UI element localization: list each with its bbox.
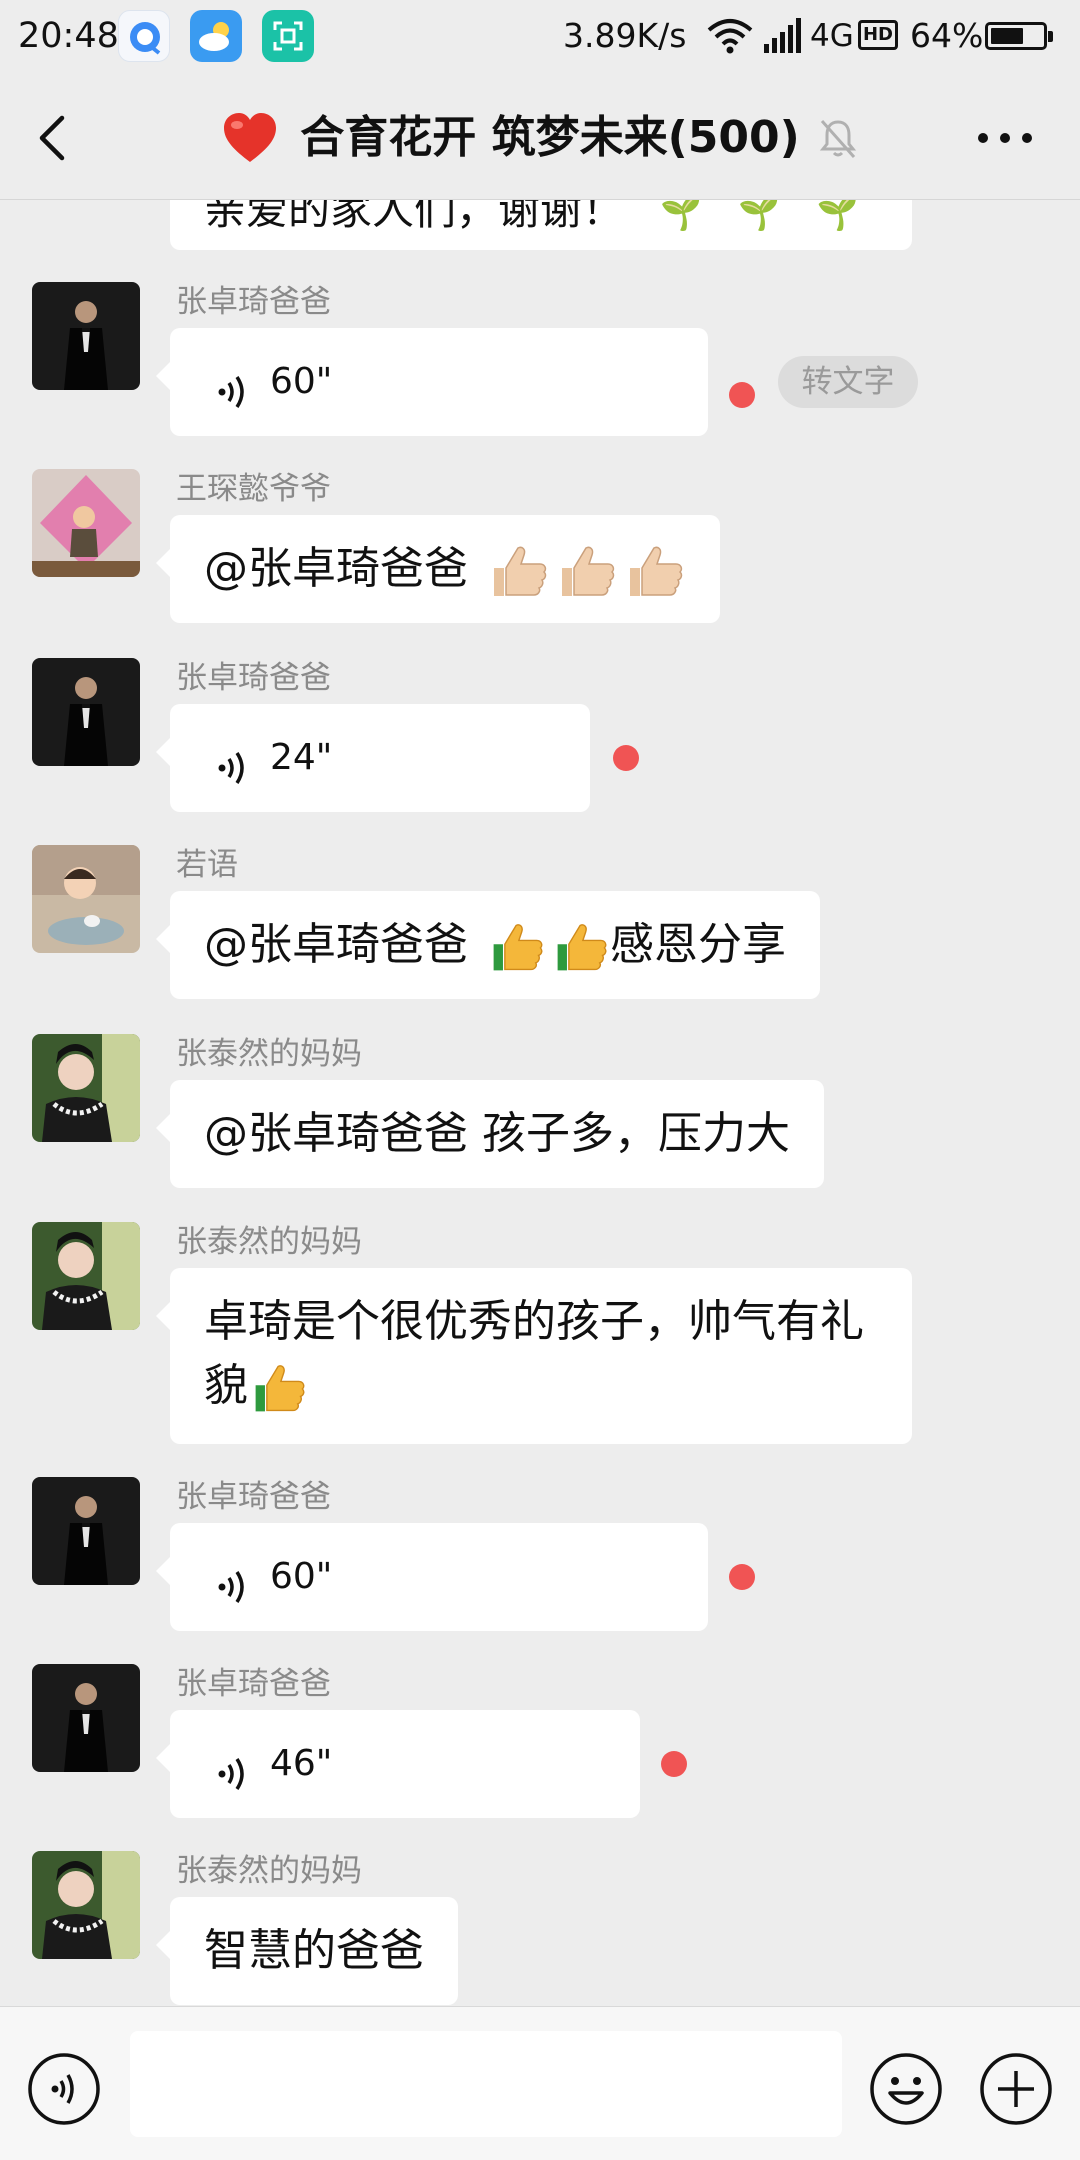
message-bubble[interactable]: @张卓琦爸爸	[156, 515, 720, 623]
network-type: 4G	[810, 18, 854, 54]
message-text: @张卓琦爸爸	[204, 919, 482, 970]
wifi-icon	[707, 18, 753, 58]
voice-wave-icon	[216, 1746, 252, 1810]
voice-duration: 24"	[270, 737, 333, 778]
plus-icon	[980, 2053, 1052, 2125]
weather-app-icon	[190, 10, 242, 62]
avatar[interactable]	[32, 282, 140, 390]
sender-name: 张卓琦爸爸	[176, 660, 331, 696]
thumbs-up-emoji-icon	[624, 540, 686, 602]
battery-percent: 64%	[910, 16, 984, 55]
sender-name: 王琛懿爷爷	[176, 471, 331, 507]
browser-app-icon	[118, 10, 170, 62]
battery-icon	[985, 22, 1053, 50]
message-text: @张卓琦爸爸	[204, 543, 482, 594]
message-text: 智慧的爸爸	[204, 1925, 424, 1976]
message-input[interactable]	[130, 2031, 842, 2137]
message-text: 亲爱的家人们，谢谢！	[204, 200, 625, 234]
sender-name: 张卓琦爸爸	[176, 284, 331, 320]
signal-icon	[762, 16, 806, 58]
avatar[interactable]	[32, 658, 140, 766]
voice-message-bubble[interactable]: 60"	[156, 1523, 708, 1631]
voice-message-bubble[interactable]: 60"	[156, 328, 708, 436]
more-options-button[interactable]	[975, 126, 1035, 150]
avatar[interactable]	[32, 1222, 140, 1330]
avatar[interactable]	[32, 1034, 140, 1142]
sender-name: 张泰然的妈妈	[176, 1036, 362, 1072]
avatar[interactable]	[32, 469, 140, 577]
status-bar: 20:48 3.89K/s 4G HD 64%	[0, 0, 1080, 76]
voice-input-button[interactable]	[26, 2051, 102, 2131]
input-bar	[0, 2006, 1080, 2160]
unread-dot	[729, 382, 755, 408]
more-functions-button[interactable]	[978, 2051, 1054, 2131]
thumbs-up-emoji-icon	[250, 1359, 308, 1417]
voice-wave-icon	[216, 1559, 252, 1623]
sprout-emoji-icon: 🌱	[816, 200, 860, 233]
network-speed: 3.89K/s	[563, 16, 687, 55]
sender-name: 若语	[176, 847, 238, 883]
message-bubble[interactable]: 亲爱的家人们，谢谢！ 🌱 🌱 🌱	[170, 200, 912, 250]
mute-bell-icon	[818, 117, 858, 159]
voice-duration: 46"	[270, 1743, 333, 1784]
thumbs-up-emoji-icon	[488, 918, 546, 976]
status-time: 20:48	[18, 16, 119, 56]
message-text: 卓琦是个很优秀的孩子，帅气有礼	[204, 1296, 864, 1347]
voice-duration: 60"	[270, 1556, 333, 1597]
title-group: 合育花开 筑梦未来(500)	[0, 76, 1080, 200]
unread-dot	[613, 745, 639, 771]
convert-to-text-button[interactable]: 转文字	[778, 356, 918, 408]
unread-dot	[661, 1751, 687, 1777]
sender-name: 张卓琦爸爸	[176, 1666, 331, 1702]
sender-name: 张卓琦爸爸	[176, 1479, 331, 1515]
heart-icon	[222, 112, 278, 164]
emoji-button[interactable]	[868, 2051, 944, 2131]
voice-duration: 60"	[270, 361, 333, 402]
message-bubble[interactable]: 智慧的爸爸	[156, 1897, 458, 2005]
chat-header: 合育花开 筑梦未来(500)	[0, 76, 1080, 200]
message-bubble[interactable]: @张卓琦爸爸 感恩分享	[156, 891, 820, 999]
avatar[interactable]	[32, 1664, 140, 1772]
message-text: @张卓琦爸爸 孩子多，压力大	[204, 1108, 790, 1159]
thumbs-up-emoji-icon	[556, 540, 618, 602]
voice-wave-icon	[216, 740, 252, 804]
thumbs-up-emoji-icon	[488, 540, 550, 602]
voice-wave-icon	[216, 364, 252, 428]
sender-name: 张泰然的妈妈	[176, 1224, 362, 1260]
scanner-app-icon	[262, 10, 314, 62]
unread-dot	[729, 1564, 755, 1590]
message-bubble[interactable]: 卓琦是个很优秀的孩子，帅气有礼 貌	[156, 1268, 912, 1444]
emoji-icon	[870, 2053, 942, 2125]
hd-icon: HD	[858, 20, 898, 50]
avatar[interactable]	[32, 1851, 140, 1959]
message-bubble[interactable]: @张卓琦爸爸 孩子多，压力大	[156, 1080, 824, 1188]
thumbs-up-emoji-icon	[552, 918, 610, 976]
more-icon	[978, 133, 1032, 143]
voice-toggle-icon	[28, 2053, 100, 2125]
sprout-emoji-icon: 🌱	[738, 200, 781, 233]
chat-title: 合育花开 筑梦未来(500)	[300, 112, 800, 163]
avatar[interactable]	[32, 1477, 140, 1585]
voice-message-bubble[interactable]: 24"	[156, 704, 590, 812]
message-list[interactable]: 亲爱的家人们，谢谢！ 🌱 🌱 🌱 张卓琦爸爸 60" 转文字 王琛懿爷爷 @张卓…	[0, 200, 1080, 2006]
message-text: 感恩分享	[610, 919, 786, 970]
avatar[interactable]	[32, 845, 140, 953]
sprout-emoji-icon: 🌱	[660, 200, 703, 233]
sender-name: 张泰然的妈妈	[176, 1853, 362, 1889]
message-text: 貌	[204, 1360, 248, 1411]
voice-message-bubble[interactable]: 46"	[156, 1710, 640, 1818]
